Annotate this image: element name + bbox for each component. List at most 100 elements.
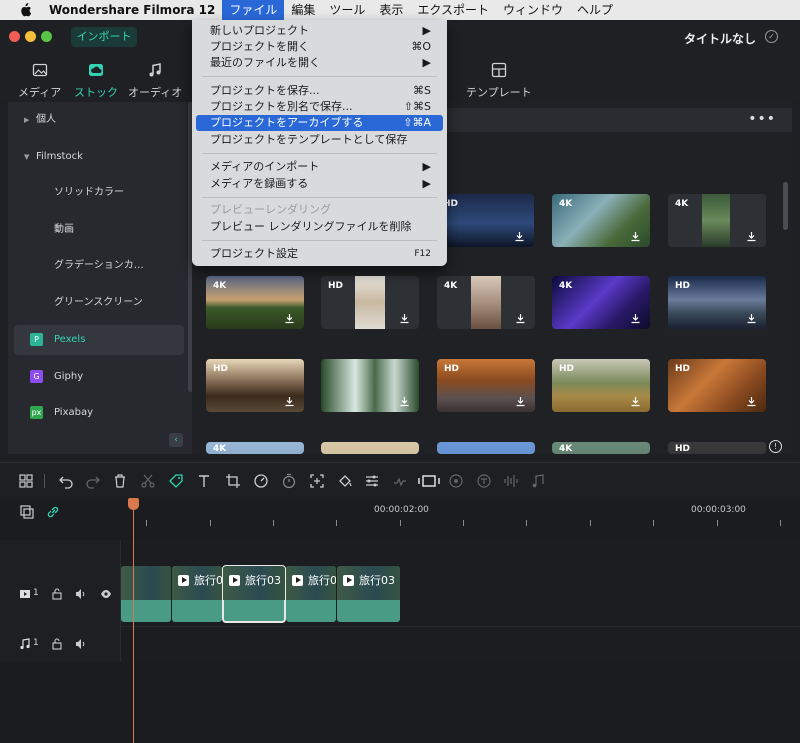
speaker-icon[interactable] bbox=[75, 638, 87, 650]
audio-waveform-icon[interactable] bbox=[503, 473, 519, 489]
download-icon[interactable] bbox=[399, 396, 410, 407]
menu-item-open-recent[interactable]: 最近のファイルを開く ▶ bbox=[196, 55, 443, 71]
speed-icon[interactable] bbox=[253, 473, 269, 489]
download-icon[interactable] bbox=[630, 313, 641, 324]
menu-item-delete-render-files[interactable]: プレビュー レンダリングファイルを削除 bbox=[196, 219, 443, 235]
sidebar-item-pixabay[interactable]: px Pixabay bbox=[14, 398, 184, 428]
stock-thumbnail[interactable]: HD bbox=[668, 442, 766, 454]
menu-window[interactable]: ウィンドウ bbox=[496, 0, 570, 20]
lock-icon[interactable] bbox=[51, 588, 63, 600]
sidebar-item-video[interactable]: 動画 bbox=[14, 215, 184, 245]
lock-icon[interactable] bbox=[51, 638, 63, 650]
stock-thumbnail[interactable]: HD bbox=[436, 194, 534, 247]
download-icon[interactable] bbox=[514, 231, 525, 242]
download-icon[interactable] bbox=[515, 396, 526, 407]
trash-icon[interactable] bbox=[112, 473, 128, 489]
stock-thumbnail[interactable]: 4K bbox=[552, 276, 650, 329]
text-icon[interactable] bbox=[197, 473, 213, 489]
audio-track-lane[interactable] bbox=[121, 626, 800, 662]
download-icon[interactable] bbox=[746, 313, 757, 324]
apple-icon[interactable] bbox=[18, 3, 32, 17]
stock-thumbnail[interactable] bbox=[321, 442, 419, 454]
menu-item-import-media[interactable]: メディアのインポート ▶ bbox=[196, 159, 443, 175]
stock-thumbnail[interactable]: 4K bbox=[206, 276, 304, 329]
stock-thumbnail[interactable]: 4K bbox=[437, 276, 535, 329]
timer-icon[interactable] bbox=[281, 473, 297, 489]
stock-thumbnail[interactable]: HD bbox=[206, 359, 304, 412]
motion-track-icon[interactable] bbox=[448, 473, 464, 489]
menu-tools[interactable]: ツール bbox=[322, 0, 372, 20]
menu-item-save-as[interactable]: プロジェクトを別名で保存... ⇧⌘S bbox=[196, 99, 443, 115]
close-window-button[interactable] bbox=[9, 31, 20, 42]
green-screen-icon[interactable] bbox=[418, 473, 440, 489]
eye-icon[interactable] bbox=[100, 588, 112, 600]
sidebar-item-solid-color[interactable]: ソリッドカラー bbox=[14, 178, 184, 208]
sidebar-item-gradient[interactable]: グラデーションカ… bbox=[14, 251, 184, 281]
stock-thumbnail[interactable] bbox=[437, 442, 535, 454]
timeline-clip[interactable]: 旅行03 bbox=[337, 566, 400, 622]
fit-frame-icon[interactable] bbox=[309, 473, 325, 489]
info-icon[interactable]: ! bbox=[769, 440, 782, 453]
download-icon[interactable] bbox=[746, 231, 757, 242]
download-icon[interactable] bbox=[746, 396, 757, 407]
undo-icon[interactable] bbox=[58, 473, 74, 489]
sidebar-item-green-screen[interactable]: グリーンスクリーン bbox=[14, 288, 184, 318]
playhead[interactable] bbox=[133, 498, 134, 743]
collapse-sidebar-button[interactable]: ‹ bbox=[169, 433, 183, 447]
tab-media[interactable]: メディア bbox=[18, 62, 61, 100]
stock-thumbnail[interactable]: HD bbox=[321, 276, 419, 329]
stock-thumbnail[interactable]: HD bbox=[437, 359, 535, 412]
audio-stretch-icon[interactable] bbox=[392, 473, 408, 489]
minimize-window-button[interactable] bbox=[25, 31, 36, 42]
timeline-clip[interactable]: 旅行0 bbox=[172, 566, 222, 622]
more-options-icon[interactable]: ••• bbox=[748, 108, 776, 130]
adjust-icon[interactable] bbox=[364, 473, 380, 489]
tab-audio[interactable]: オーディオ bbox=[128, 62, 182, 100]
sidebar-item-giphy[interactable]: G Giphy bbox=[14, 362, 184, 392]
menu-item-project-settings[interactable]: プロジェクト設定 F12 bbox=[196, 246, 443, 262]
menu-item-save-project[interactable]: プロジェクトを保存... ⌘S bbox=[196, 83, 443, 99]
stock-thumbnail[interactable] bbox=[321, 359, 419, 412]
menu-file[interactable]: ファイル bbox=[222, 0, 285, 20]
timeline-clip[interactable] bbox=[121, 566, 171, 622]
stock-thumbnail[interactable]: 4K bbox=[552, 442, 650, 454]
download-icon[interactable] bbox=[515, 313, 526, 324]
scissors-icon[interactable] bbox=[140, 473, 156, 489]
sidebar-item-personal[interactable]: ▶ 個人 bbox=[14, 105, 184, 135]
menu-app-name[interactable]: Wondershare Filmora 12 bbox=[42, 0, 222, 20]
menu-item-new-project[interactable]: 新しいプロジェクト ▶ bbox=[196, 23, 443, 39]
tab-templates[interactable]: テンプレート bbox=[466, 62, 532, 100]
menu-edit[interactable]: 編集 bbox=[284, 0, 322, 20]
download-icon[interactable] bbox=[630, 231, 641, 242]
tag-icon[interactable] bbox=[168, 473, 184, 489]
tab-stock[interactable]: ストック bbox=[74, 62, 118, 100]
menu-item-archive-project[interactable]: プロジェクトをアーカイブする ⇧⌘A bbox=[196, 115, 443, 131]
download-icon[interactable] bbox=[399, 313, 410, 324]
menu-export[interactable]: エクスポート bbox=[410, 0, 496, 20]
crop-icon[interactable] bbox=[225, 473, 241, 489]
stock-thumbnail[interactable]: HD bbox=[552, 359, 650, 412]
color-fill-icon[interactable] bbox=[337, 473, 353, 489]
download-icon[interactable] bbox=[284, 396, 295, 407]
add-track-icon[interactable] bbox=[20, 505, 34, 519]
stock-thumbnail[interactable]: HD bbox=[668, 359, 766, 412]
sidebar-item-filmstock[interactable]: ▼ Filmstock bbox=[14, 142, 184, 172]
zoom-window-button[interactable] bbox=[41, 31, 52, 42]
playhead-handle[interactable] bbox=[128, 498, 139, 510]
stock-thumbnail[interactable]: HD bbox=[668, 276, 766, 329]
menu-help[interactable]: ヘルプ bbox=[570, 0, 620, 20]
menu-item-record-media[interactable]: メディアを録画する ▶ bbox=[196, 176, 443, 192]
link-icon[interactable] bbox=[46, 505, 60, 519]
stock-thumbnail[interactable]: 4K bbox=[206, 442, 304, 454]
timeline-ruler[interactable]: 00:00:02:00 00:00:03:00 bbox=[0, 498, 800, 530]
layout-grid-icon[interactable] bbox=[18, 473, 34, 489]
stock-thumbnail[interactable]: 4K bbox=[552, 194, 650, 247]
timeline-clip[interactable]: 旅行0 bbox=[286, 566, 336, 622]
content-scrollbar[interactable] bbox=[783, 182, 788, 230]
stock-thumbnail[interactable]: 4K bbox=[668, 194, 766, 247]
menu-view[interactable]: 表示 bbox=[372, 0, 410, 20]
speaker-icon[interactable] bbox=[75, 588, 87, 600]
timeline-clip-selected[interactable]: 旅行03 bbox=[222, 565, 286, 623]
import-button[interactable]: インポート bbox=[71, 27, 137, 47]
download-icon[interactable] bbox=[284, 313, 295, 324]
